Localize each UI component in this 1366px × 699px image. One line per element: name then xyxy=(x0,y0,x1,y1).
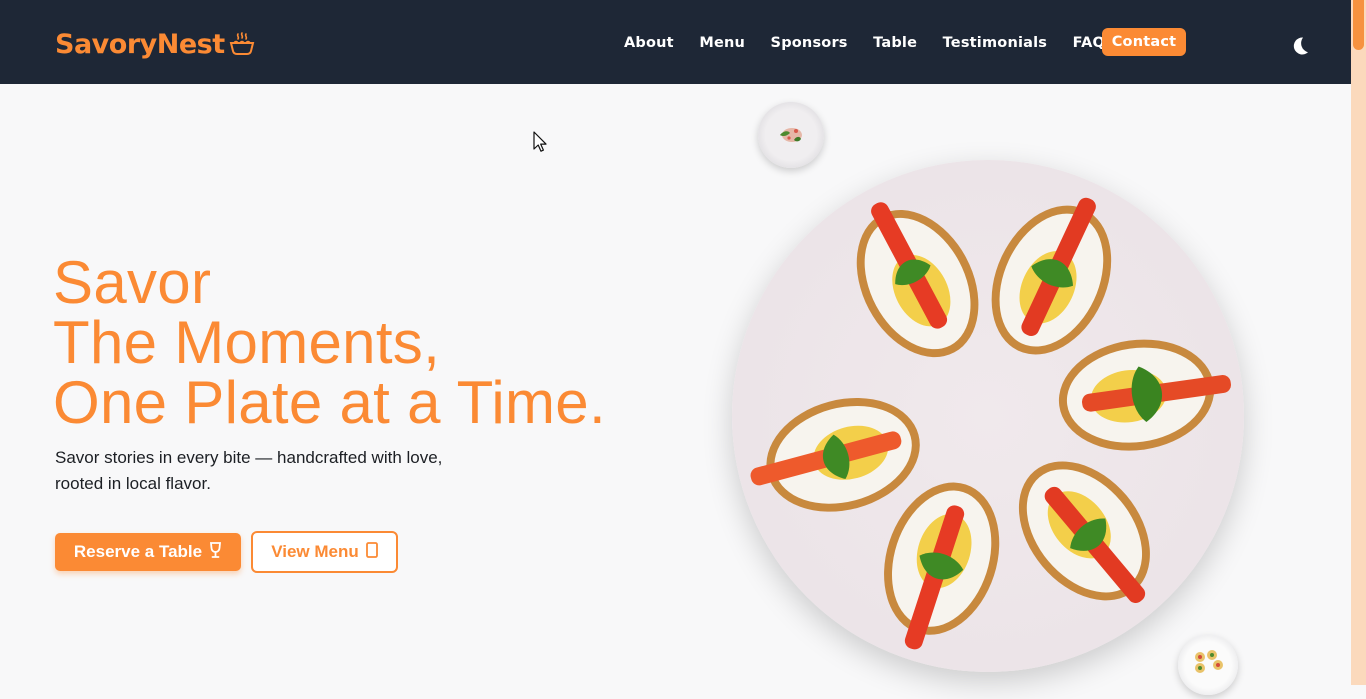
main-nav: About Menu Sponsors Table Testimonials F… xyxy=(624,31,1131,55)
plate-of-stuffed-eggs-image xyxy=(732,160,1244,672)
reserve-table-button[interactable]: Reserve a Table xyxy=(55,533,241,571)
nav-link-sponsors[interactable]: Sponsors xyxy=(771,35,848,51)
hero-title-line-1: Savor xyxy=(53,249,212,316)
hero-title-line-3: One Plate at a Time. xyxy=(53,369,606,436)
hero-title-line-2: The Moments, xyxy=(53,309,441,376)
moon-icon[interactable] xyxy=(1287,34,1311,58)
hero-subtitle-line-2: rooted in local flavor. xyxy=(55,474,211,493)
salad-plate-thumbnail[interactable] xyxy=(758,102,824,168)
stuffed-eggs-illustration xyxy=(750,197,1231,650)
navbar: SavoryNest About Menu Sponsors Table Tes… xyxy=(0,0,1351,84)
hero-title: Savor The Moments, One Plate at a Time. xyxy=(53,253,606,433)
mouse-pointer-icon xyxy=(533,131,547,152)
egg-piece-3 xyxy=(1058,339,1231,451)
egg-piece-1 xyxy=(856,202,979,358)
salad-garnish-icon xyxy=(780,128,802,142)
menu-book-icon xyxy=(365,541,378,563)
nav-link-menu[interactable]: Menu xyxy=(699,35,745,51)
nav-link-faq[interactable]: FAQ xyxy=(1073,35,1105,51)
brand-logo[interactable]: SavoryNest xyxy=(55,26,255,62)
food-bowl-icon xyxy=(229,31,255,57)
hero-subtitle-line-1: Savor stories in every bite — handcrafte… xyxy=(55,448,443,467)
scrollbar-thumb[interactable] xyxy=(1353,0,1364,50)
egg-piece-5 xyxy=(884,482,1000,650)
hero-subtitle: Savor stories in every bite — handcrafte… xyxy=(55,445,485,497)
view-menu-label: View Menu xyxy=(271,542,359,561)
canape-garnish-icon xyxy=(1195,650,1223,673)
wine-glass-icon xyxy=(209,541,222,563)
reserve-table-label: Reserve a Table xyxy=(73,542,203,561)
page-scrollbar[interactable] xyxy=(1351,0,1366,685)
brand-name: SavoryNest xyxy=(55,28,225,60)
nav-link-testimonials[interactable]: Testimonials xyxy=(943,35,1047,51)
egg-piece-6 xyxy=(750,397,920,512)
nav-link-table[interactable]: Table xyxy=(873,35,917,51)
view-menu-button[interactable]: View Menu xyxy=(251,531,398,573)
nav-link-about[interactable]: About xyxy=(624,35,674,51)
canape-plate-thumbnail[interactable] xyxy=(1178,635,1238,695)
egg-piece-4 xyxy=(1018,461,1150,604)
contact-button[interactable]: Contact xyxy=(1102,28,1186,56)
